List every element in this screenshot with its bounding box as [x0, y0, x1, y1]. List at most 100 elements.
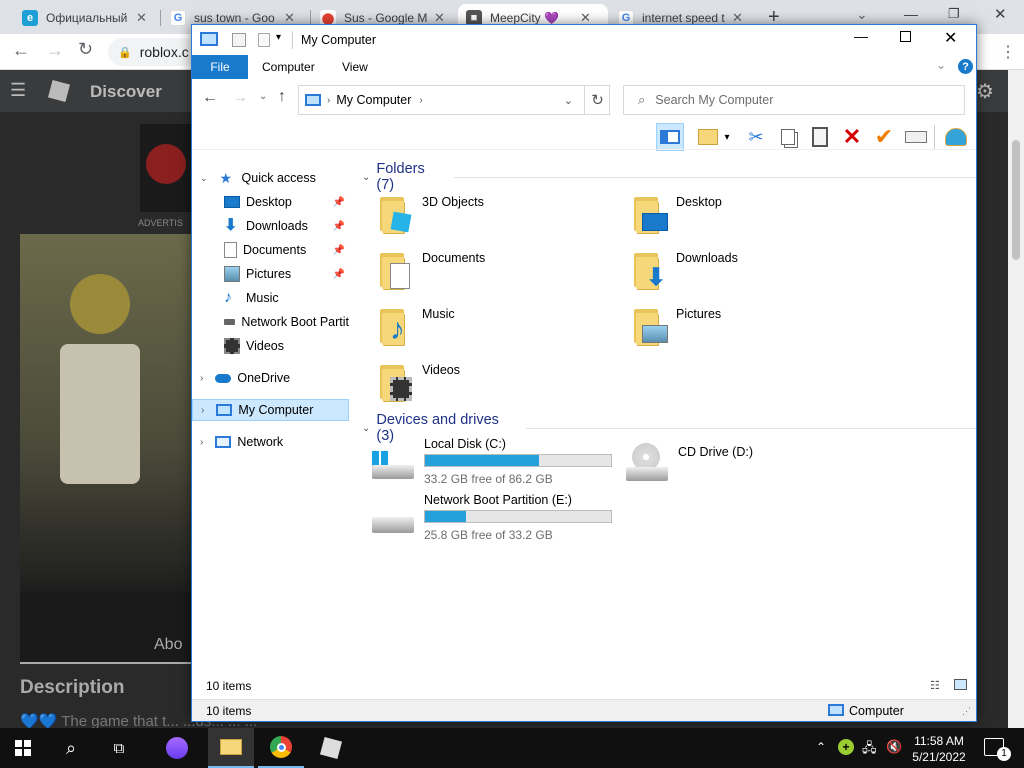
settings-gear-icon[interactable]: ⚙ — [976, 79, 994, 104]
update-icon[interactable]: + — [838, 739, 854, 755]
roblox-taskbar-button[interactable] — [308, 728, 354, 768]
close-icon[interactable]: ✕ — [944, 28, 957, 48]
shell-icon[interactable] — [942, 123, 970, 151]
folder-3d-objects[interactable]: 3D Objects — [376, 191, 616, 239]
nav-pictures[interactable]: Pictures 📌 — [192, 263, 349, 285]
pin-icon[interactable]: 📌 — [333, 221, 345, 232]
reload-icon[interactable]: ↻ — [78, 39, 93, 60]
address-bar[interactable]: 🔒 roblox.c — [108, 38, 198, 66]
drive-icon — [224, 319, 236, 325]
notifications-icon[interactable]: 1 — [984, 738, 1011, 761]
new-folder-icon[interactable] — [258, 33, 270, 47]
file-explorer-taskbar-button[interactable] — [208, 728, 254, 768]
folder-pictures[interactable]: Pictures — [630, 303, 870, 351]
nav-music[interactable]: ♪ Music — [192, 287, 349, 309]
hamburger-icon[interactable]: ☰ — [10, 80, 26, 101]
drive-icon — [370, 493, 418, 537]
nav-videos[interactable]: Videos — [192, 335, 349, 357]
expand-chevron-icon[interactable]: ⌄ — [200, 173, 208, 184]
minimize-icon[interactable]: — — [904, 6, 918, 22]
drive-cd-d[interactable]: CD Drive (D:) — [624, 441, 753, 485]
task-view-icon[interactable]: ⧉ — [96, 728, 142, 768]
back-icon[interactable]: ← — [12, 40, 30, 61]
nav-my-computer[interactable]: › My Computer — [192, 399, 349, 421]
expand-chevron-icon[interactable]: › — [200, 437, 203, 448]
chrome-taskbar-button[interactable] — [258, 728, 304, 768]
drive-local-disk-c[interactable]: Local Disk (C:) 33.2 GB free of 86.2 GB — [370, 437, 612, 486]
network-icon[interactable]: 🖧 — [862, 739, 877, 761]
discover-link[interactable]: Discover — [90, 82, 162, 102]
tab-view[interactable]: View — [342, 60, 368, 74]
help-icon[interactable]: ? — [958, 59, 973, 74]
rename-icon[interactable] — [902, 123, 930, 151]
start-button[interactable] — [0, 728, 46, 768]
collapse-chevron-icon[interactable]: ⌄ — [362, 423, 370, 434]
search-icon[interactable]: ⌕ — [48, 728, 94, 768]
recent-locations-icon[interactable]: ⌄ — [259, 91, 267, 102]
clock[interactable]: 11:58 AM 5/21/2022 — [908, 733, 970, 765]
properties-icon[interactable] — [232, 33, 246, 47]
layout-dropdown-icon[interactable]: ▾ — [720, 123, 734, 151]
pin-icon[interactable]: 📌 — [333, 269, 345, 280]
resize-grip-icon[interactable]: ⋰ — [962, 706, 971, 717]
roblox-logo-icon[interactable] — [47, 79, 71, 103]
details-view-icon[interactable]: ☷ — [930, 679, 940, 692]
search-box[interactable]: ⌕ Search My Computer — [623, 85, 965, 115]
page-scrollbar[interactable] — [1008, 70, 1024, 728]
show-hidden-icons[interactable]: ⌃ — [816, 740, 826, 754]
forward-icon[interactable]: → — [46, 40, 64, 61]
expand-chevron-icon[interactable]: › — [200, 373, 203, 384]
nav-desktop[interactable]: Desktop 📌 — [192, 191, 349, 213]
folder-documents[interactable]: Documents — [376, 247, 616, 295]
up-icon[interactable]: ↑ — [278, 88, 286, 106]
browser-tab-1[interactable]: e Официальный ✕ — [14, 4, 160, 32]
game-thumbnail[interactable] — [20, 234, 192, 594]
nav-onedrive[interactable]: › OneDrive — [192, 367, 349, 389]
nav-downloads[interactable]: ⬇ Downloads 📌 — [192, 215, 349, 237]
navigation-pane-icon[interactable] — [656, 123, 684, 151]
nav-documents[interactable]: Documents 📌 — [192, 239, 349, 261]
address-dropdown-icon[interactable]: ⌄ — [564, 94, 573, 107]
expand-chevron-icon[interactable]: › — [201, 405, 204, 416]
folder-music[interactable]: ♪ Music — [376, 303, 616, 351]
close-tab-icon[interactable]: ✕ — [136, 10, 147, 26]
quick-access-dropdown-icon[interactable]: ▾ — [276, 32, 281, 43]
address-bar[interactable]: › My Computer › ⌄ — [298, 85, 610, 115]
tab-file[interactable]: File — [192, 55, 248, 79]
volume-muted-icon[interactable]: 🔇 — [886, 739, 902, 755]
tab-search-icon[interactable]: ⌄ — [856, 6, 868, 23]
drive-network-boot-e[interactable]: Network Boot Partition (E:) 25.8 GB free… — [370, 493, 612, 542]
forward-icon[interactable]: → — [232, 89, 248, 107]
folder-videos[interactable]: Videos — [376, 359, 616, 407]
refresh-icon[interactable]: ↻ — [584, 86, 610, 114]
copy-icon[interactable] — [774, 123, 802, 151]
delete-icon[interactable]: ✕ — [838, 123, 866, 151]
assistant-icon[interactable] — [154, 728, 200, 768]
menu-dots-icon[interactable]: ⋮ — [1000, 42, 1016, 62]
tab-computer[interactable]: Computer — [262, 60, 315, 74]
close-icon[interactable]: ✕ — [994, 5, 1007, 23]
computer-icon[interactable] — [200, 32, 218, 46]
collapse-chevron-icon[interactable]: ⌄ — [362, 172, 370, 183]
paste-icon[interactable] — [806, 123, 834, 151]
about-tab[interactable]: Abo — [154, 636, 182, 654]
restore-icon[interactable]: ❐ — [948, 6, 960, 22]
pin-icon[interactable]: 📌 — [333, 197, 345, 208]
pin-icon[interactable]: 📌 — [333, 245, 345, 256]
minimize-icon[interactable]: — — [854, 28, 868, 44]
large-icons-view-icon[interactable] — [954, 679, 967, 690]
nav-network[interactable]: › Network — [192, 431, 349, 453]
nav-quick-access[interactable]: ⌄ ★ Quick access — [192, 167, 349, 189]
checkmark-icon[interactable]: ✔ — [870, 123, 898, 151]
maximize-icon[interactable] — [900, 31, 911, 42]
advert-image[interactable] — [140, 124, 192, 212]
computer-icon — [828, 704, 844, 716]
cut-icon[interactable]: ✂ — [742, 123, 770, 151]
expand-ribbon-icon[interactable]: ⌄ — [936, 58, 946, 72]
layout-icon[interactable] — [694, 123, 722, 151]
back-icon[interactable]: ← — [202, 89, 218, 107]
folder-desktop[interactable]: Desktop — [630, 191, 870, 239]
folder-downloads[interactable]: ⬇ Downloads — [630, 247, 870, 295]
folders-section-header[interactable]: ⌄ Folders (7) — [362, 161, 976, 193]
nav-network-boot[interactable]: Network Boot Partit — [192, 311, 349, 333]
